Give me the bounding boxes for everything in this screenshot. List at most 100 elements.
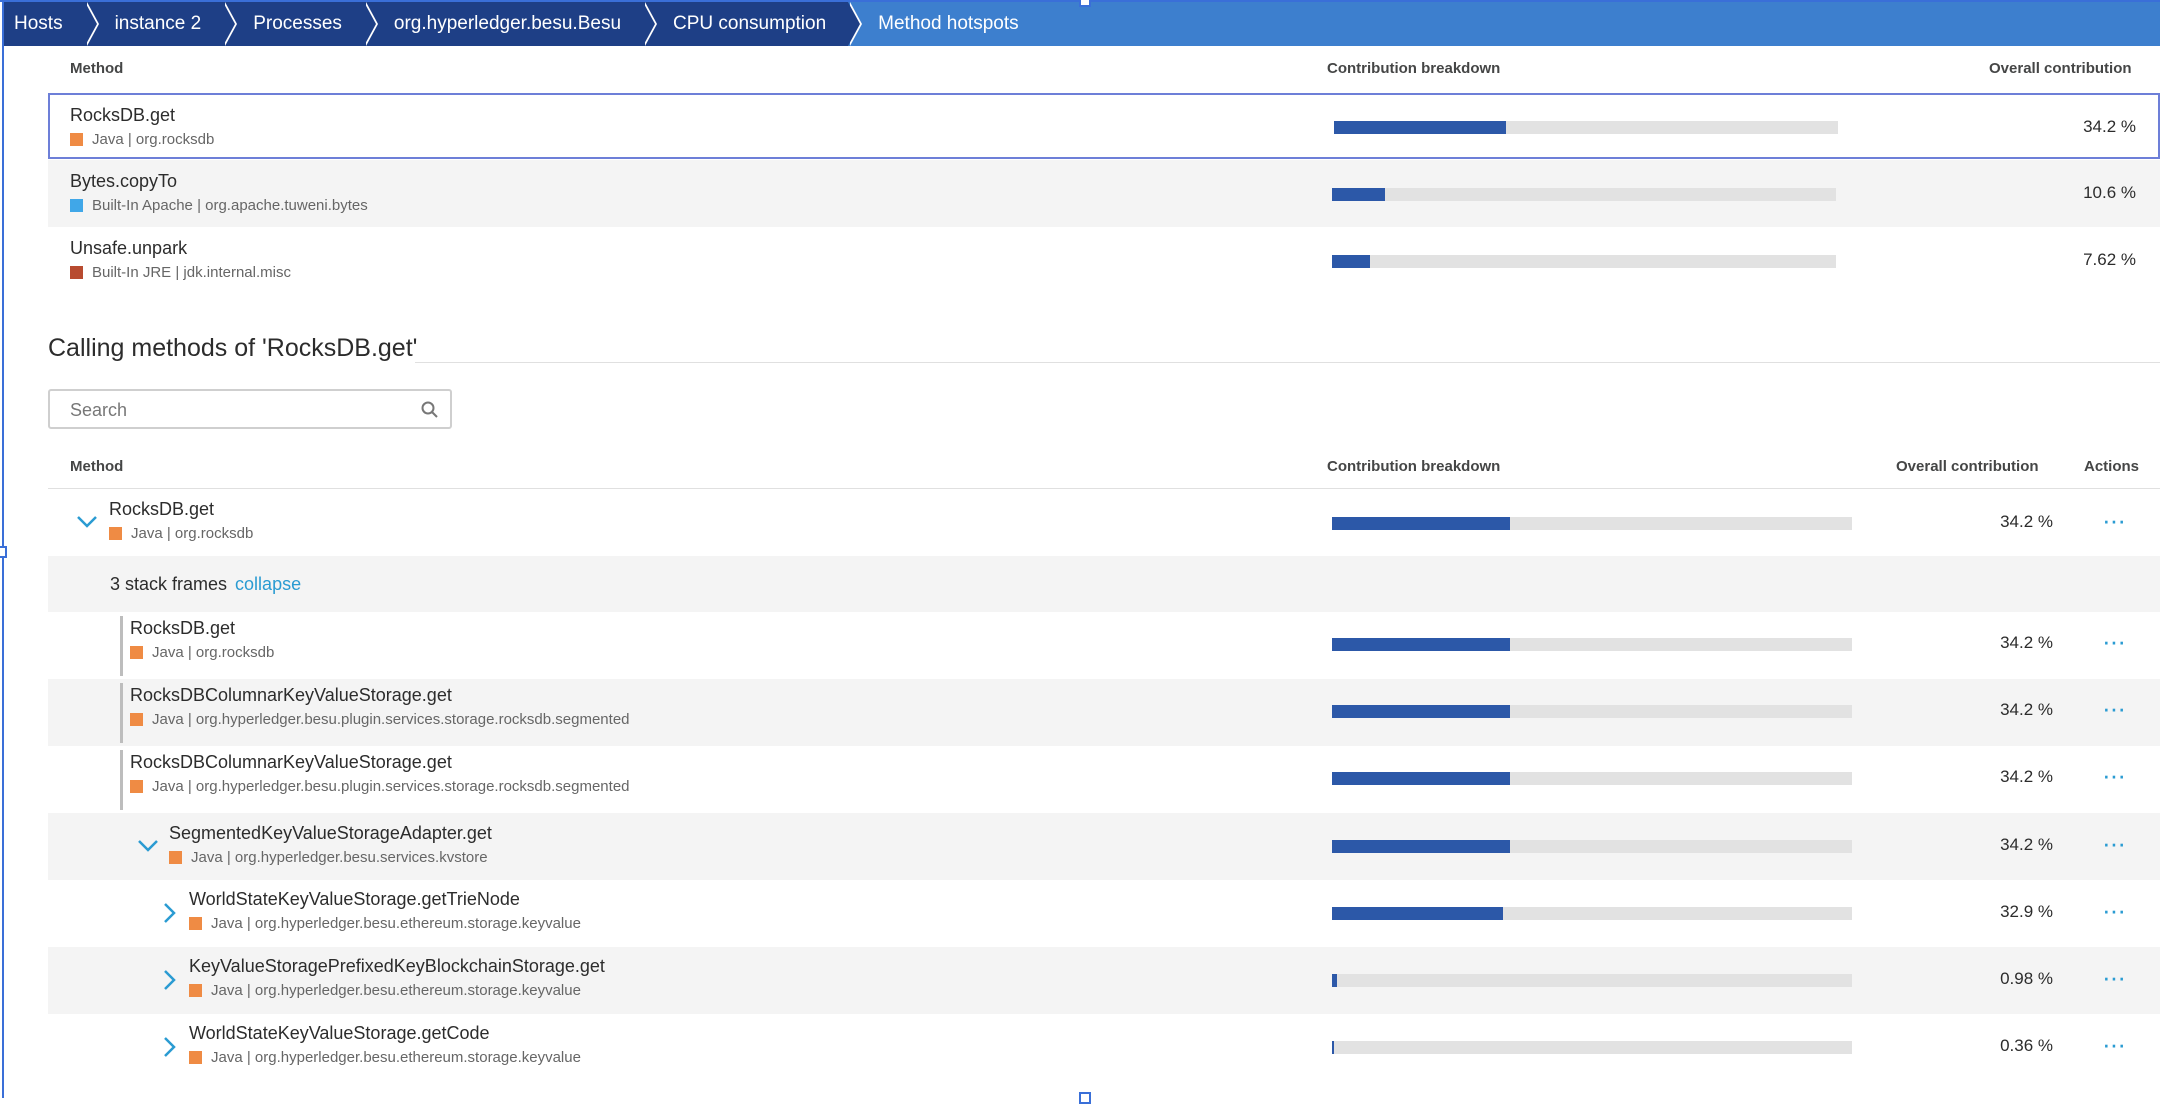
technology-color-marker [189,1051,202,1064]
method-origin: Java | org.rocksdb [70,131,214,148]
method-origin-label: Built-In JRE | jdk.internal.misc [92,264,291,281]
method-origin: Java | org.rocksdb [130,644,274,661]
caller-row-root[interactable]: RocksDB.get Java | org.rocksdb 34.2 % ··… [48,489,2160,556]
contribution-bar-fill [1332,638,1510,651]
contribution-bar [1332,188,1836,201]
stack-frame-row[interactable]: RocksDBColumnarKeyValueStorage.get Java … [48,679,2160,746]
chevron-down-icon[interactable] [76,515,98,534]
contribution-bar-fill [1332,907,1504,920]
collapse-link[interactable]: collapse [235,574,301,594]
header-overall-contribution[interactable]: Overall contribution [1896,458,2039,475]
overall-contribution-value: 34.2 % [2083,117,2136,136]
header-method[interactable]: Method [70,60,123,77]
method-name: RocksDBColumnarKeyValueStorage.get [130,752,452,772]
hotspot-row[interactable]: Bytes.copyTo Built-In Apache | org.apach… [48,160,2160,227]
breadcrumb-cpu-consumption[interactable]: CPU consumption [643,2,863,46]
method-origin-label: Java | org.rocksdb [131,525,254,542]
resize-handle-bottom[interactable] [1079,1092,1091,1104]
more-actions-icon[interactable]: ··· [2102,762,2126,788]
contribution-bar-fill [1332,705,1510,718]
method-origin: Java | org.hyperledger.besu.services.kvs… [169,849,488,866]
contribution-bar-fill [1332,772,1510,785]
technology-color-marker [70,266,83,279]
more-actions-icon[interactable]: ··· [2102,507,2126,533]
method-name: WorldStateKeyValueStorage.getCode [189,1023,490,1043]
caller-row[interactable]: WorldStateKeyValueStorage.getCode Java |… [48,1014,2160,1081]
technology-color-marker [130,646,143,659]
search-field[interactable] [48,389,452,429]
breadcrumb: Hosts instance 2 Processes org.hyperledg… [4,2,2160,46]
method-origin: Java | org.hyperledger.besu.plugin.servi… [130,778,630,795]
method-origin-label: Java | org.hyperledger.besu.ethereum.sto… [211,982,581,999]
technology-color-marker [70,199,83,212]
contribution-bar [1334,121,1838,134]
hotspot-row[interactable]: Unsafe.unpark Built-In JRE | jdk.interna… [48,227,2160,294]
more-actions-icon[interactable]: ··· [2102,628,2126,654]
overall-contribution-value: 34.2 % [2000,512,2053,531]
method-name: KeyValueStoragePrefixedKeyBlockchainStor… [189,956,605,976]
caller-row[interactable]: WorldStateKeyValueStorage.getTrieNode Ja… [48,880,2160,947]
contribution-bar [1332,638,1852,651]
search-input[interactable] [68,399,392,422]
stack-frames-summary: 3 stack frames collapse [110,574,301,595]
chevron-right-icon[interactable] [163,902,177,929]
method-origin: Java | org.hyperledger.besu.ethereum.sto… [189,982,581,999]
breadcrumb-method-hotspots: Method hotspots [848,2,1041,46]
contribution-bar-fill [1332,517,1510,530]
technology-color-marker [130,780,143,793]
indent-guide [120,750,123,810]
resize-handle-top[interactable] [1079,0,1091,7]
header-contribution-breakdown[interactable]: Contribution breakdown [1327,458,1500,475]
more-actions-icon[interactable]: ··· [2102,830,2126,856]
contribution-bar-fill [1334,121,1507,134]
chevron-right-icon[interactable] [163,969,177,996]
technology-color-marker [70,133,83,146]
calling-methods-title: Calling methods of 'RocksDB.get' [48,334,418,362]
more-actions-icon[interactable]: ··· [2102,1031,2126,1057]
header-contribution-breakdown[interactable]: Contribution breakdown [1327,60,1500,77]
method-name: RocksDB.get [130,618,236,638]
contribution-bar-fill [1332,255,1371,268]
method-origin-label: Java | org.hyperledger.besu.plugin.servi… [152,711,630,728]
stack-frames-count: 3 stack frames [110,574,228,594]
caller-row[interactable]: SegmentedKeyValueStorageAdapter.get Java… [48,813,2160,880]
overall-contribution-value: 0.36 % [2000,1036,2053,1055]
overall-contribution-value: 0.98 % [2000,969,2053,988]
technology-color-marker [169,851,182,864]
stack-frame-row[interactable]: RocksDB.get Java | org.rocksdb 34.2 % ··… [48,612,2160,679]
caller-row[interactable]: KeyValueStoragePrefixedKeyBlockchainStor… [48,947,2160,1014]
chevron-right-icon[interactable] [163,1036,177,1063]
contribution-bar [1332,907,1852,920]
contribution-bar [1332,517,1852,530]
header-overall-contribution[interactable]: Overall contribution [1989,60,2132,77]
indent-guide [120,683,123,743]
chevron-down-icon[interactable] [137,839,159,858]
more-actions-icon[interactable]: ··· [2102,695,2126,721]
method-origin: Java | org.rocksdb [109,525,253,542]
hotspot-row[interactable]: RocksDB.get Java | org.rocksdb 34.2 % [48,93,2160,159]
breadcrumb-processes[interactable]: Processes [223,2,378,46]
method-name: WorldStateKeyValueStorage.getTrieNode [189,889,520,909]
technology-color-marker [189,917,202,930]
overall-contribution-value: 7.62 % [2083,250,2136,269]
breadcrumb-hosts[interactable]: Hosts [4,2,99,46]
indent-guide [120,616,123,676]
method-origin: Java | org.hyperledger.besu.ethereum.sto… [189,1049,581,1066]
method-name: Bytes.copyTo [70,171,178,191]
stack-frame-row[interactable]: RocksDBColumnarKeyValueStorage.get Java … [48,746,2160,813]
method-name: RocksDB.get [109,499,215,519]
contribution-bar [1332,974,1852,987]
header-method[interactable]: Method [70,458,123,475]
search-icon[interactable] [420,400,440,425]
header-actions: Actions [2084,458,2140,475]
more-actions-icon[interactable]: ··· [2102,897,2126,923]
breadcrumb-instance[interactable]: instance 2 [84,2,237,46]
breadcrumb-process-name[interactable]: org.hyperledger.besu.Besu [363,2,658,46]
overall-contribution-value: 32.9 % [2000,902,2053,921]
resize-handle-left[interactable] [0,546,7,558]
section-divider [415,362,2160,363]
method-name: Unsafe.unpark [70,238,188,258]
technology-color-marker [130,713,143,726]
contribution-bar [1332,1041,1852,1054]
more-actions-icon[interactable]: ··· [2102,964,2126,990]
